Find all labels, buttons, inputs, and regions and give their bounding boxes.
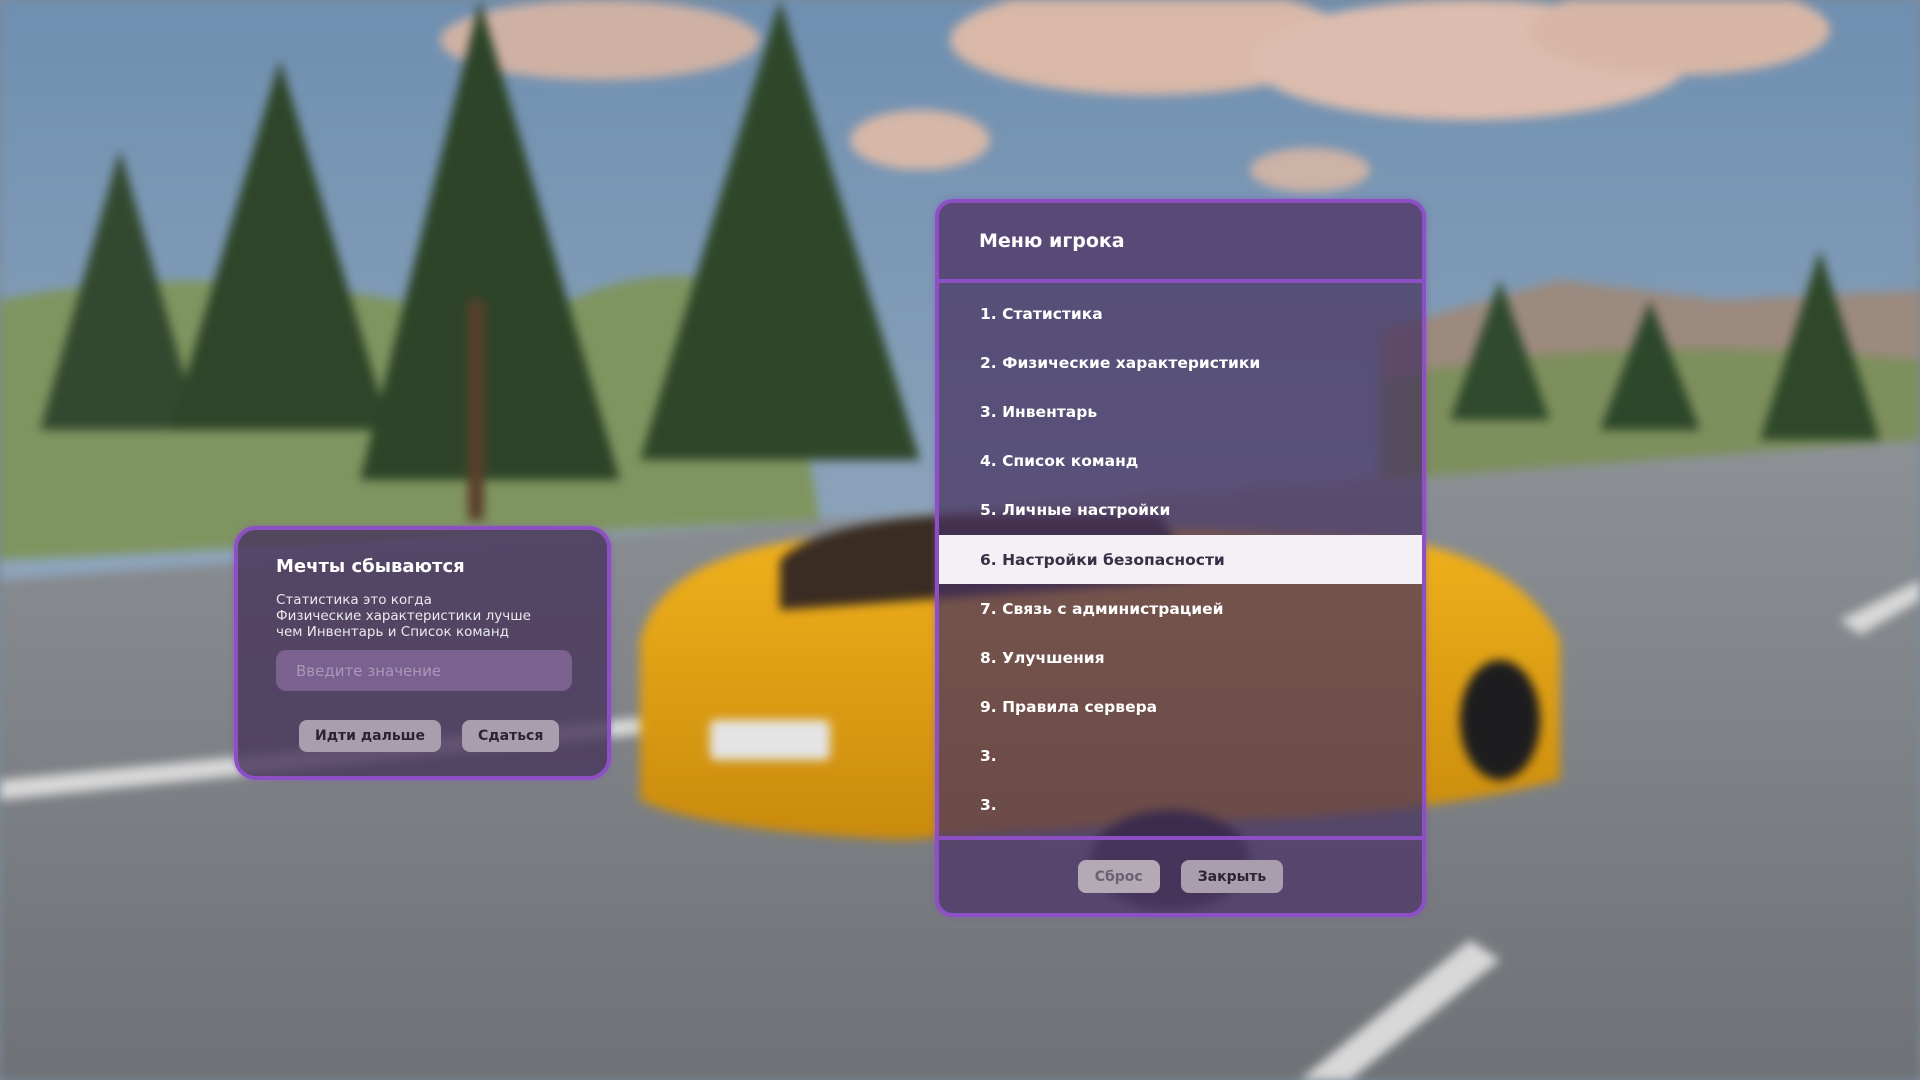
dialog-message: Статистика это когда Физические характер… xyxy=(276,592,566,640)
dialog-message-line: чем Инвентарь и Список команд xyxy=(276,624,509,640)
dialog-message-line: Статистика это когда xyxy=(276,592,432,608)
menu-item-placeholder[interactable]: 3. xyxy=(939,781,1422,830)
menu-item-contact-admin[interactable]: 7. Связь с администрацией xyxy=(939,584,1422,633)
dialog-message-line: Физические характеристики лучше xyxy=(276,608,531,624)
menu-item-upgrades[interactable]: 8. Улучшения xyxy=(939,633,1422,682)
dream-dialog: Мечты сбываются Статистика это когда Физ… xyxy=(234,526,611,780)
menu-item-personal-settings[interactable]: 5. Личные настройки xyxy=(939,486,1422,535)
menu-footer: Сброс Закрыть xyxy=(939,836,1422,913)
menu-item-statistics[interactable]: 1. Статистика xyxy=(939,289,1422,338)
menu-item-server-rules[interactable]: 9. Правила сервера xyxy=(939,683,1422,732)
menu-item-command-list[interactable]: 4. Список команд xyxy=(939,437,1422,486)
menu-item-placeholder[interactable]: 3. xyxy=(939,732,1422,781)
menu-title: Меню игрока xyxy=(979,230,1125,252)
next-button[interactable]: Идти дальше xyxy=(299,720,442,752)
dialog-button-row: Идти дальше Сдаться xyxy=(276,720,569,752)
menu-item-security-settings[interactable]: 6. Настройки безопасности xyxy=(939,534,1422,585)
dialog-title: Мечты сбываются xyxy=(276,556,465,577)
menu-item-physical-stats[interactable]: 2. Физические характеристики xyxy=(939,338,1422,387)
menu-item-inventory[interactable]: 3. Инвентарь xyxy=(939,387,1422,436)
give-up-button[interactable]: Сдаться xyxy=(462,720,560,752)
menu-header: Меню игрока xyxy=(939,203,1422,283)
value-input[interactable] xyxy=(276,650,572,691)
reset-button[interactable]: Сброс xyxy=(1077,860,1160,893)
menu-list: 1. Статистика 2. Физические характеристи… xyxy=(939,283,1422,836)
close-button[interactable]: Закрыть xyxy=(1180,860,1284,893)
player-menu: Меню игрока 1. Статистика 2. Физические … xyxy=(935,199,1426,917)
